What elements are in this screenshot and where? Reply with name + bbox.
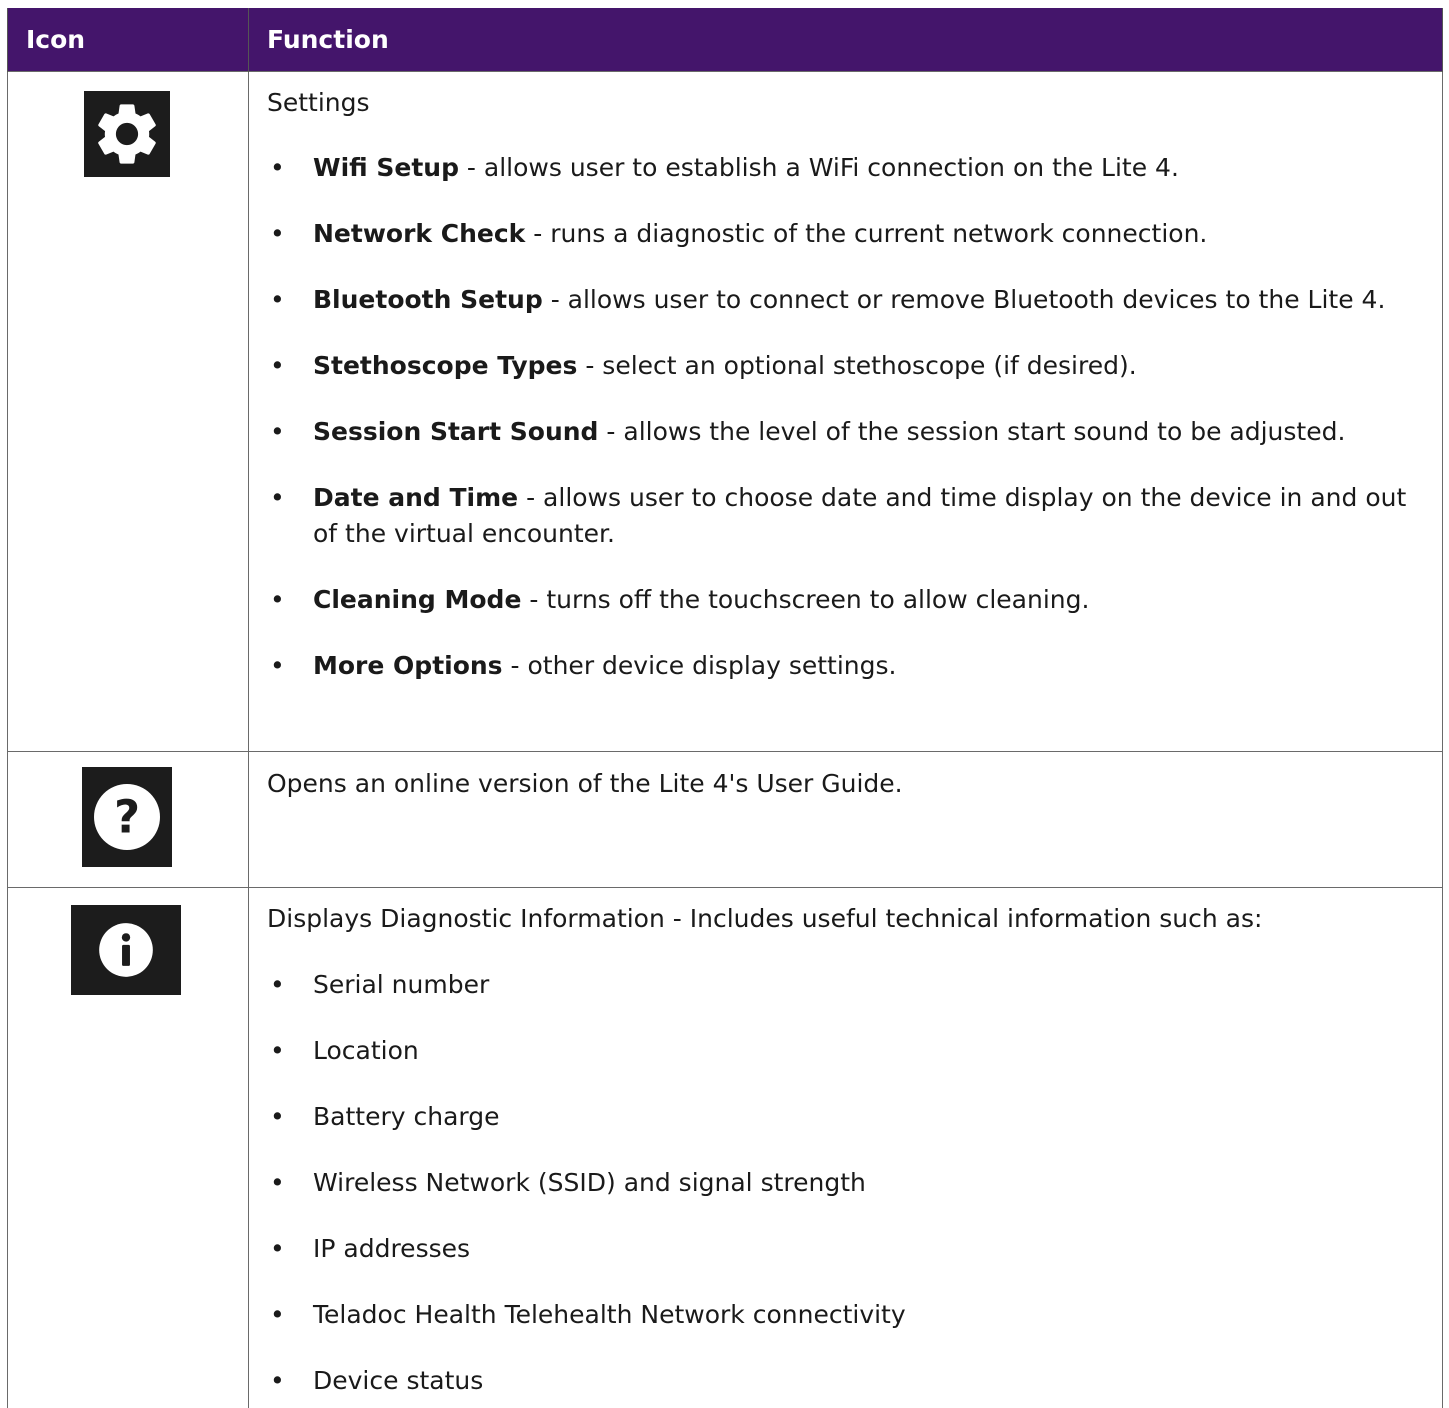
list-item: Serial number xyxy=(267,967,1442,1003)
column-header-icon: Icon xyxy=(7,8,249,72)
list-item: More Options - other device display sett… xyxy=(267,648,1442,684)
svg-text:?: ? xyxy=(114,791,140,844)
table-row-settings: Settings Wifi Setup - allows user to est… xyxy=(7,71,1443,752)
list-item: Wireless Network (SSID) and signal stren… xyxy=(267,1165,1442,1201)
list-item: Bluetooth Setup - allows user to connect… xyxy=(267,282,1442,318)
list-item: IP addresses xyxy=(267,1231,1442,1267)
table-row-help: ? Opens an online version of the Lite 4'… xyxy=(7,751,1443,888)
settings-label: Settings xyxy=(267,88,370,117)
table-header-row: Icon Function xyxy=(7,8,1443,72)
function-cell-help: Opens an online version of the Lite 4's … xyxy=(248,751,1443,888)
icon-function-table: Icon Function Settings Wifi Setup - allo… xyxy=(7,8,1443,1408)
table-row-info: Displays Diagnostic Information - Includ… xyxy=(7,887,1443,1408)
info-description: Displays Diagnostic Information - Includ… xyxy=(267,904,1263,933)
list-item: Cleaning Mode - turns off the touchscree… xyxy=(267,582,1442,618)
list-item: Teladoc Health Telehealth Network connec… xyxy=(267,1297,1442,1333)
settings-list: Wifi Setup - allows user to establish a … xyxy=(267,150,1442,684)
help-description: Opens an online version of the Lite 4's … xyxy=(267,769,903,798)
list-item: Battery charge xyxy=(267,1099,1442,1135)
list-item: Device status xyxy=(267,1363,1442,1399)
gear-icon xyxy=(84,91,170,177)
list-item: Location xyxy=(267,1033,1442,1069)
info-icon xyxy=(71,905,181,995)
list-item: Wifi Setup - allows user to establish a … xyxy=(267,150,1442,186)
column-header-function: Function xyxy=(248,8,1443,72)
icon-cell-settings xyxy=(7,71,249,752)
list-item: Date and Time - allows user to choose da… xyxy=(267,480,1442,552)
list-item: Session Start Sound - allows the level o… xyxy=(267,414,1442,450)
icon-cell-info xyxy=(7,887,249,1408)
list-item: Stethoscope Types - select an optional s… xyxy=(267,348,1442,384)
function-cell-settings: Settings Wifi Setup - allows user to est… xyxy=(248,71,1443,752)
icon-cell-help: ? xyxy=(7,751,249,888)
help-question-icon: ? xyxy=(82,767,172,867)
function-cell-info: Displays Diagnostic Information - Includ… xyxy=(248,887,1443,1408)
list-item: Network Check - runs a diagnostic of the… xyxy=(267,216,1442,252)
info-list: Serial number Location Battery charge Wi… xyxy=(267,967,1442,1399)
